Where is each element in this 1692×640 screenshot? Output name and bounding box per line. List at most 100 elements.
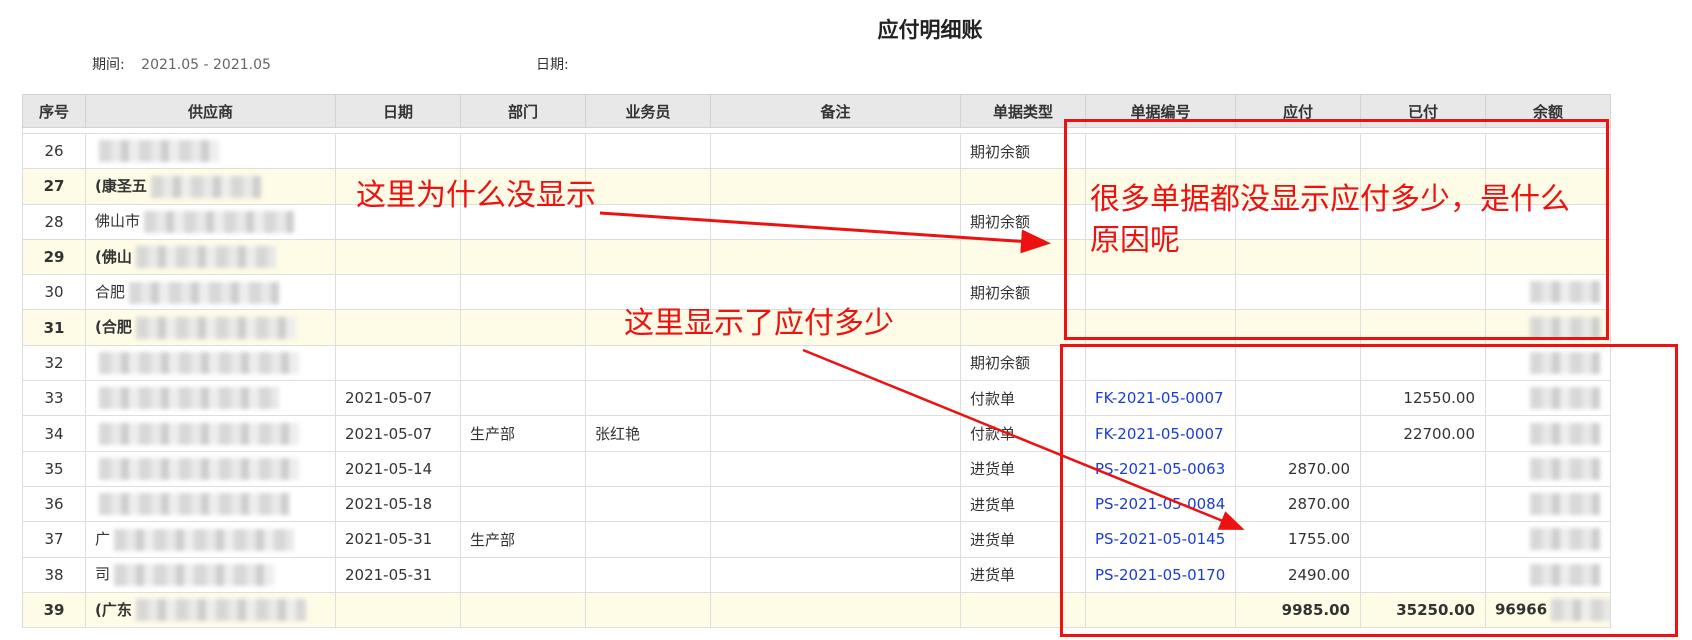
col-header-note[interactable]: 备注 xyxy=(710,94,961,128)
cell-no: 38 xyxy=(22,556,86,593)
cell-no: 26 xyxy=(22,132,86,170)
cell-staff xyxy=(585,380,711,417)
cell-note xyxy=(710,556,961,593)
cell-dept xyxy=(460,485,586,523)
cell-no: 30 xyxy=(22,274,86,311)
cell-note xyxy=(710,203,961,240)
period-value: 2021.05 - 2021.05 xyxy=(141,57,271,73)
cell-date xyxy=(335,309,461,346)
cell-dept xyxy=(460,344,586,382)
cell-note xyxy=(710,450,961,487)
redacted-supplier-name xyxy=(99,387,279,410)
redacted-supplier-name xyxy=(150,175,261,198)
annotation-note-shown: 这里显示了应付多少 xyxy=(624,306,894,341)
annotation-note-question: 很多单据都没显示应付多少，是什么原因呢 xyxy=(1090,182,1570,258)
cell-note xyxy=(710,344,961,382)
cell-staff xyxy=(585,485,711,523)
cell-staff xyxy=(585,203,711,240)
cell-supplier: 司 xyxy=(85,556,336,593)
cell-date: 2021-05-14 xyxy=(335,450,461,487)
col-header-dept[interactable]: 部门 xyxy=(460,94,586,128)
redacted-supplier-name xyxy=(114,563,275,586)
redacted-supplier-name xyxy=(99,493,289,516)
cell-dept xyxy=(460,450,586,487)
cell-supplier: (康圣五 xyxy=(85,168,336,205)
period-filter: 期间: 2021.05 - 2021.05 xyxy=(92,54,271,74)
cell-date: 2021-05-31 xyxy=(335,556,461,593)
cell-dept xyxy=(460,556,586,593)
date-label: 日期: xyxy=(536,57,569,73)
annotation-note-missing: 这里为什么没显示 xyxy=(356,178,596,213)
redacted-supplier-name xyxy=(129,281,280,304)
cell-supplier xyxy=(85,344,336,382)
col-header-supplier[interactable]: 供应商 xyxy=(85,94,336,128)
col-header-date[interactable]: 日期 xyxy=(335,94,461,128)
cell-date: 2021-05-07 xyxy=(335,415,461,452)
cell-no: 31 xyxy=(22,309,86,346)
cell-date: 2021-05-07 xyxy=(335,380,461,417)
cell-staff: 张红艳 xyxy=(585,415,711,452)
cell-supplier xyxy=(85,450,336,487)
cell-dept xyxy=(460,591,586,629)
cell-dept xyxy=(460,274,586,311)
cell-supplier xyxy=(85,415,336,452)
cell-supplier: 广 xyxy=(85,521,336,558)
cell-dept xyxy=(460,238,586,276)
redacted-supplier-name xyxy=(144,210,295,233)
cell-no: 39 xyxy=(22,591,86,629)
period-label: 期间: xyxy=(92,57,125,73)
col-header-no[interactable]: 序号 xyxy=(22,94,86,128)
cell-no: 36 xyxy=(22,485,86,523)
cell-no: 34 xyxy=(22,415,86,452)
date-filter: 日期: xyxy=(536,54,569,74)
cell-staff xyxy=(585,132,711,170)
cell-note xyxy=(710,168,961,205)
cell-note xyxy=(710,132,961,170)
redacted-supplier-name xyxy=(99,351,299,374)
cell-supplier: 佛山市 xyxy=(85,203,336,240)
cell-dept xyxy=(460,132,586,170)
cell-dept xyxy=(460,309,586,346)
cell-supplier: (广东 xyxy=(85,591,336,629)
cell-no: 35 xyxy=(22,450,86,487)
cell-staff xyxy=(585,450,711,487)
cell-no: 28 xyxy=(22,203,86,240)
cell-dept: 生产部 xyxy=(460,521,586,558)
cell-dept: 生产部 xyxy=(460,415,586,452)
cell-note xyxy=(710,591,961,629)
cell-date: 2021-05-31 xyxy=(335,521,461,558)
cell-supplier xyxy=(85,485,336,523)
cell-note xyxy=(710,238,961,276)
cell-note xyxy=(710,415,961,452)
cell-note xyxy=(710,485,961,523)
cell-supplier xyxy=(85,132,336,170)
annotation-box-bottom xyxy=(1060,344,1678,637)
cell-dept xyxy=(460,380,586,417)
redacted-supplier-name xyxy=(135,316,296,339)
redacted-supplier-name xyxy=(99,140,219,163)
cell-no: 33 xyxy=(22,380,86,417)
cell-staff xyxy=(585,344,711,382)
cell-no: 29 xyxy=(22,238,86,276)
cell-note xyxy=(710,380,961,417)
redacted-supplier-name xyxy=(114,528,295,551)
cell-supplier xyxy=(85,380,336,417)
cell-note xyxy=(710,521,961,558)
cell-staff xyxy=(585,168,711,205)
cell-supplier: 合肥 xyxy=(85,274,336,311)
cell-staff xyxy=(585,238,711,276)
cell-staff xyxy=(585,521,711,558)
cell-staff xyxy=(585,556,711,593)
cell-no: 37 xyxy=(22,521,86,558)
col-header-staff[interactable]: 业务员 xyxy=(585,94,711,128)
redacted-supplier-name xyxy=(135,246,276,269)
cell-date xyxy=(335,238,461,276)
cell-date xyxy=(335,591,461,629)
cell-date xyxy=(335,274,461,311)
redacted-supplier-name xyxy=(99,422,299,445)
redacted-supplier-name xyxy=(135,599,306,622)
cell-staff xyxy=(585,591,711,629)
cell-no: 27 xyxy=(22,168,86,205)
cell-date xyxy=(335,344,461,382)
cell-date xyxy=(335,132,461,170)
